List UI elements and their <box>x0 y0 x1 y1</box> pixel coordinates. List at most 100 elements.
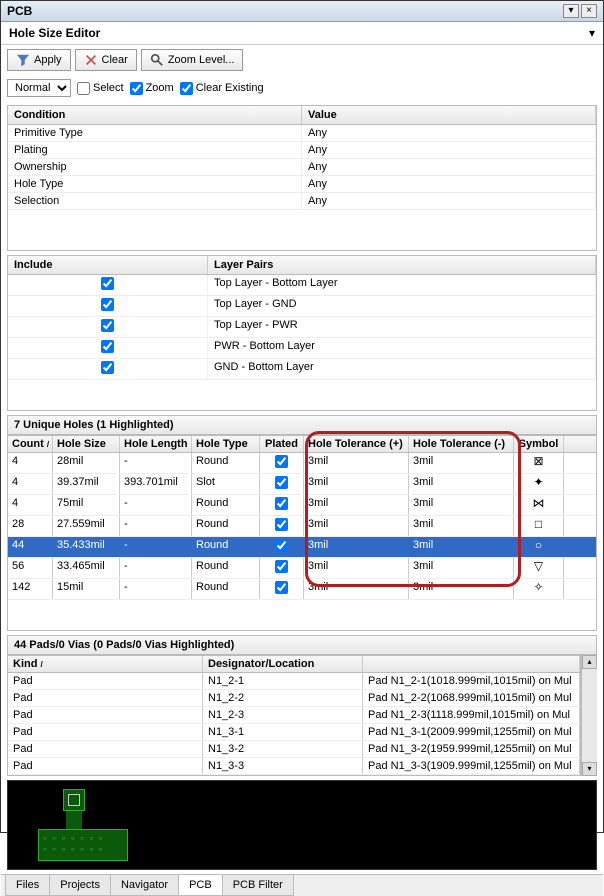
location-header[interactable] <box>363 656 580 672</box>
kind-header[interactable]: Kind / <box>8 656 203 672</box>
include-checkbox[interactable] <box>101 298 114 311</box>
condition-row[interactable]: Hole TypeAny <box>8 176 596 193</box>
tab-navigator[interactable]: Navigator <box>110 875 179 896</box>
plated-header[interactable]: Plated <box>260 436 304 452</box>
holesize-cell: 27.559mil <box>53 516 120 536</box>
condition-row[interactable]: SelectionAny <box>8 193 596 210</box>
tolminus-cell: 3mil <box>409 516 514 536</box>
plated-checkbox[interactable] <box>275 497 288 510</box>
scroll-down-icon[interactable]: ▾ <box>582 762 597 776</box>
clear-button[interactable]: Clear <box>75 49 137 71</box>
layerpair-row[interactable]: Top Layer - Bottom Layer <box>8 275 596 296</box>
holetype-cell: Round <box>192 558 260 578</box>
hole-row[interactable]: 56 33.465mil - Round 3mil 3mil ▽ <box>8 558 596 579</box>
plated-cell[interactable] <box>260 537 304 557</box>
plated-checkbox[interactable] <box>275 476 288 489</box>
kind-cell: Pad <box>8 741 203 757</box>
zoom-checkbox-label[interactable]: Zoom <box>130 82 174 95</box>
mode-select[interactable]: Normal <box>7 79 71 97</box>
tab-pcb-filter[interactable]: PCB Filter <box>222 875 294 896</box>
include-cell[interactable] <box>8 338 208 358</box>
tolplus-cell: 3mil <box>304 537 409 557</box>
layerpair-header[interactable]: Layer Pairs <box>208 256 596 274</box>
include-checkbox[interactable] <box>101 277 114 290</box>
hole-row[interactable]: 28 27.559mil - Round 3mil 3mil □ <box>8 516 596 537</box>
holetype-cell: Slot <box>192 474 260 494</box>
designator-cell: N1_3-2 <box>203 741 363 757</box>
hole-row[interactable]: 4 28mil - Round 3mil 3mil ⊠ <box>8 453 596 474</box>
plated-checkbox[interactable] <box>275 539 288 552</box>
tab-projects[interactable]: Projects <box>49 875 111 896</box>
symbol-header[interactable]: Symbol <box>514 436 564 452</box>
select-checkbox[interactable] <box>77 82 90 95</box>
zoom-level-button[interactable]: Zoom Level... <box>141 49 244 71</box>
panel-header[interactable]: Hole Size Editor ▾ <box>1 22 603 45</box>
tolplus-header[interactable]: Hole Tolerance (+) <box>304 436 409 452</box>
pad-row[interactable]: Pad N1_2-1 Pad N1_2-1(1018.999mil,1015mi… <box>8 673 580 690</box>
tab-files[interactable]: Files <box>5 875 50 896</box>
pads-scrollbar[interactable]: ▴ ▾ <box>581 655 597 776</box>
holesize-header[interactable]: Hole Size <box>53 436 120 452</box>
plated-checkbox[interactable] <box>275 560 288 573</box>
condition-row[interactable]: Primitive TypeAny <box>8 125 596 142</box>
designator-cell: N1_2-1 <box>203 673 363 689</box>
condition-header[interactable]: Condition <box>8 106 302 124</box>
pad-row[interactable]: Pad N1_3-3 Pad N1_3-3(1909.999mil,1255mi… <box>8 758 580 775</box>
layerpair-row[interactable]: PWR - Bottom Layer <box>8 338 596 359</box>
pad-row[interactable]: Pad N1_2-3 Pad N1_2-3(1118.999mil,1015mi… <box>8 707 580 724</box>
condition-row[interactable]: PlatingAny <box>8 142 596 159</box>
tolminus-header[interactable]: Hole Tolerance (-) <box>409 436 514 452</box>
window-title: PCB <box>7 4 563 18</box>
include-cell[interactable] <box>8 317 208 337</box>
include-cell[interactable] <box>8 275 208 295</box>
pad-row[interactable]: Pad N1_3-2 Pad N1_3-2(1959.999mil,1255mi… <box>8 741 580 758</box>
plated-cell[interactable] <box>260 474 304 494</box>
hole-row[interactable]: 4 39.37mil 393.701mil Slot 3mil 3mil ✦ <box>8 474 596 495</box>
hole-row[interactable]: 44 35.433mil - Round 3mil 3mil ○ <box>8 537 596 558</box>
plated-cell[interactable] <box>260 558 304 578</box>
clear-existing-checkbox-label[interactable]: Clear Existing <box>180 82 264 95</box>
scroll-track[interactable] <box>582 669 597 762</box>
tab-pcb[interactable]: PCB <box>178 875 223 896</box>
plated-cell[interactable] <box>260 495 304 515</box>
holetype-header[interactable]: Hole Type <box>192 436 260 452</box>
count-header[interactable]: Count / <box>8 436 53 452</box>
holelength-cell: - <box>120 579 192 599</box>
include-checkbox[interactable] <box>101 319 114 332</box>
zoom-checkbox[interactable] <box>130 82 143 95</box>
select-checkbox-label[interactable]: Select <box>77 82 124 95</box>
hole-row[interactable]: 142 15mil - Round 3mil 3mil ✧ <box>8 579 596 600</box>
plated-checkbox[interactable] <box>275 455 288 468</box>
pin-button[interactable]: ▾ <box>563 4 579 18</box>
layerpair-row[interactable]: GND - Bottom Layer <box>8 359 596 380</box>
layerpair-row[interactable]: Top Layer - PWR <box>8 317 596 338</box>
scroll-up-icon[interactable]: ▴ <box>582 655 597 669</box>
include-header[interactable]: Include <box>8 256 208 274</box>
plated-checkbox[interactable] <box>275 581 288 594</box>
designator-header[interactable]: Designator/Location <box>203 656 363 672</box>
condition-cell: Ownership <box>8 159 302 175</box>
plated-cell[interactable] <box>260 453 304 473</box>
clear-existing-checkbox[interactable] <box>180 82 193 95</box>
holelength-header[interactable]: Hole Length <box>120 436 192 452</box>
include-cell[interactable] <box>8 296 208 316</box>
holetype-cell: Round <box>192 516 260 536</box>
layerpair-row[interactable]: Top Layer - GND <box>8 296 596 317</box>
pad-row[interactable]: Pad N1_2-2 Pad N1_2-2(1068.999mil,1015mi… <box>8 690 580 707</box>
conditions-section: Condition Value Primitive TypeAnyPlating… <box>7 105 597 251</box>
plated-checkbox[interactable] <box>275 518 288 531</box>
holes-title: 7 Unique Holes (1 Highlighted) <box>7 415 597 435</box>
include-cell[interactable] <box>8 359 208 379</box>
include-checkbox[interactable] <box>101 340 114 353</box>
include-checkbox[interactable] <box>101 361 114 374</box>
holesize-cell: 35.433mil <box>53 537 120 557</box>
pcb-preview[interactable]: ○ ○ ○ ○ ○ ○ ○ ○ ○ ○ ○ ○ ○ ○ <box>7 780 597 870</box>
hole-row[interactable]: 4 75mil - Round 3mil 3mil ⋈ <box>8 495 596 516</box>
plated-cell[interactable] <box>260 516 304 536</box>
close-button[interactable]: × <box>581 4 597 18</box>
apply-button[interactable]: Apply <box>7 49 71 71</box>
condition-row[interactable]: OwnershipAny <box>8 159 596 176</box>
pad-row[interactable]: Pad N1_3-1 Pad N1_3-1(2009.999mil,1255mi… <box>8 724 580 741</box>
plated-cell[interactable] <box>260 579 304 599</box>
value-header[interactable]: Value <box>302 106 596 124</box>
